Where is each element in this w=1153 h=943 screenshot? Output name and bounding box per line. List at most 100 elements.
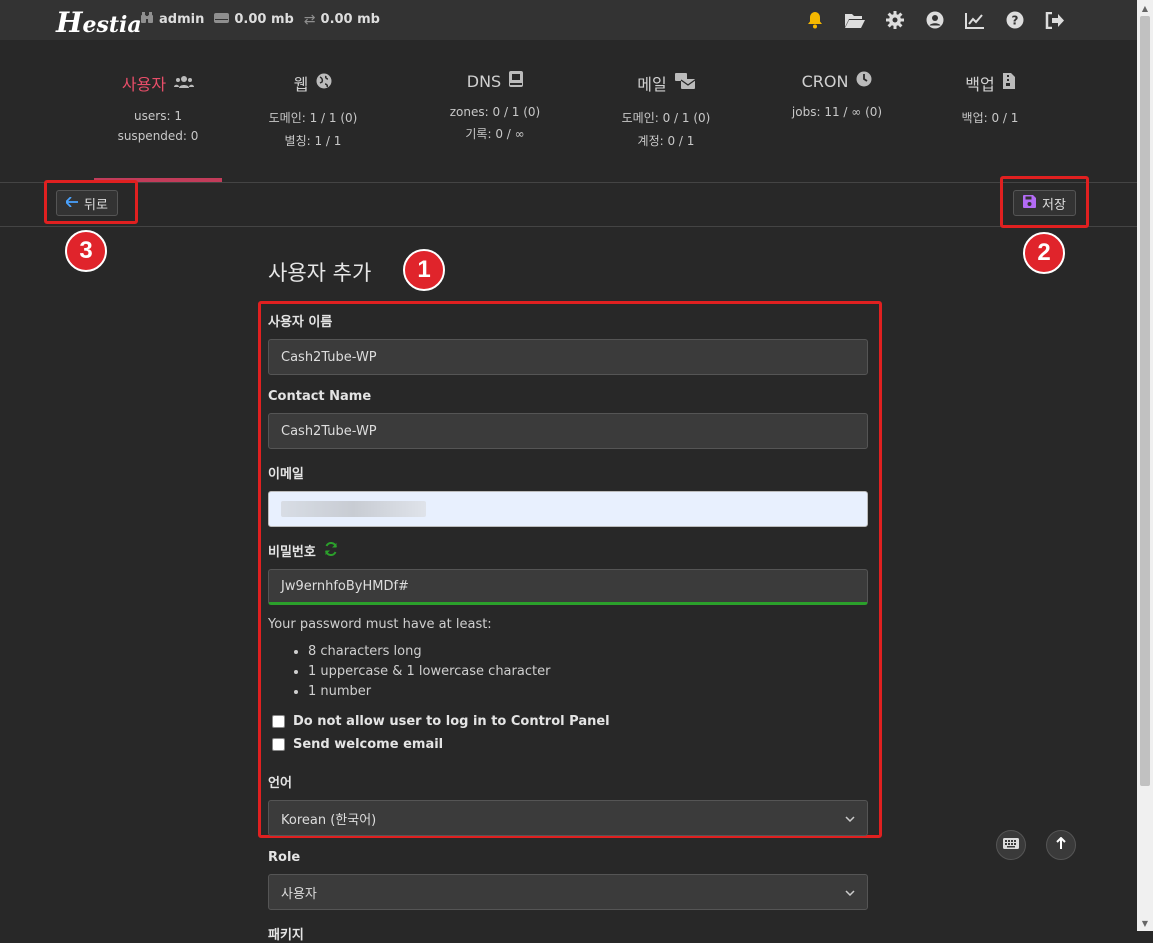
role-value: 사용자 <box>281 886 317 902</box>
contact-name-value: Cash2Tube-WP <box>281 423 377 439</box>
highlight-back <box>44 180 138 224</box>
marker-3: 3 <box>65 230 107 272</box>
tab-stat-1: 도메인: 1 / 1 (0) <box>268 111 358 125</box>
tab-web[interactable]: 웹 도메인: 1 / 1 (0) 별칭: 1 / 1 <box>249 40 377 182</box>
role-select[interactable]: 사용자 <box>268 874 868 910</box>
users-icon <box>174 74 195 93</box>
hdd-icon <box>214 12 230 28</box>
keyboard-shortcuts-button[interactable] <box>996 830 1026 860</box>
tab-stat-2: 별칭: 1 / 1 <box>284 134 342 148</box>
no-login-checkbox[interactable] <box>272 715 285 728</box>
add-user-form: 사용자 이름 Cash2Tube-WP Contact Name Cash2Tu… <box>268 305 868 943</box>
username-label: 사용자 이름 <box>268 315 333 330</box>
top-icons: ? <box>795 8 1075 32</box>
stats-tabs: 사용자 users: 1 suspended: 0 웹 도메인: 1 / 1 (… <box>0 40 1137 183</box>
scroll-up-arrow-icon[interactable]: ▲ <box>1137 0 1153 16</box>
tab-users[interactable]: 사용자 users: 1 suspended: 0 <box>94 40 222 182</box>
chevron-down-icon <box>845 885 855 900</box>
svg-text:?: ? <box>1012 14 1019 28</box>
scroll-top-button[interactable] <box>1046 830 1076 860</box>
logout-icon[interactable] <box>1035 8 1075 32</box>
welcome-email-checkbox-row[interactable]: Send welcome email <box>268 737 868 752</box>
hestia-logo[interactable]: Hestia <box>56 6 142 39</box>
exchange-icon: ⇄ <box>303 11 316 28</box>
contact-name-label: Contact Name <box>268 389 372 404</box>
tab-backup[interactable]: 백업 백업: 0 / 1 <box>926 40 1054 182</box>
tab-stat-1: 도메인: 0 / 1 (0) <box>621 111 711 125</box>
chart-line-icon[interactable] <box>955 8 995 32</box>
top-stats: admin 0.00 mb ⇄ 0.00 mb <box>140 11 390 28</box>
password-value: Jw9ernhfoByHMDf# <box>281 578 409 594</box>
tab-title: 사용자 <box>121 75 167 94</box>
toolbar: 뒤로 저장 <box>0 183 1137 227</box>
globe-icon <box>316 73 332 93</box>
tab-stat-1: jobs: 11 / ∞ (0) <box>791 105 883 119</box>
username-value: Cash2Tube-WP <box>281 349 377 365</box>
tab-title: CRON <box>801 71 849 91</box>
tab-title: 백업 <box>965 75 995 94</box>
tab-dns[interactable]: DNS zones: 0 / 1 (0) 기록: 0 / ∞ <box>431 40 559 182</box>
list-item: 8 characters long <box>308 642 868 662</box>
welcome-email-checkbox[interactable] <box>272 738 285 751</box>
highlight-save <box>1000 176 1089 228</box>
disk-stat: 0.00 mb <box>214 12 294 28</box>
help-icon[interactable]: ? <box>995 8 1035 32</box>
tab-stat-1: 백업: 0 / 1 <box>961 111 1019 125</box>
tab-stat-1: zones: 0 / 1 (0) <box>449 105 541 119</box>
page-title: 사용자 추가 <box>268 261 372 285</box>
marker-1: 1 <box>403 249 445 291</box>
no-login-label: Do not allow user to log in to Control P… <box>293 714 610 729</box>
password-rules: 8 characters long 1 uppercase & 1 lowerc… <box>268 642 868 702</box>
folder-open-icon[interactable] <box>835 8 875 32</box>
tab-mail[interactable]: 메일 도메인: 0 / 1 (0) 계정: 0 / 1 <box>602 40 730 182</box>
email-label: 이메일 <box>268 467 304 482</box>
tab-title: DNS <box>466 71 502 91</box>
list-item: 1 uppercase & 1 lowercase character <box>308 662 868 682</box>
bandwidth-usage: 0.00 mb <box>320 12 380 27</box>
bell-icon[interactable] <box>795 8 835 32</box>
tab-stat-1: users: 1 <box>134 109 182 123</box>
password-input[interactable]: Jw9ernhfoByHMDf# <box>268 569 868 605</box>
password-label: 비밀번호 <box>268 545 316 560</box>
contact-name-input[interactable]: Cash2Tube-WP <box>268 413 868 449</box>
tab-stat-2: suspended: 0 <box>117 129 199 143</box>
tab-title: 웹 <box>293 75 309 94</box>
list-item: 1 number <box>308 682 868 702</box>
username-input[interactable]: Cash2Tube-WP <box>268 339 868 375</box>
clock-icon <box>856 71 872 91</box>
language-value: Korean (한국어) <box>281 812 377 828</box>
package-label: 패키지 <box>268 928 304 943</box>
user-stat[interactable]: admin <box>140 11 204 28</box>
scrollbar[interactable]: ▲ ▼ <box>1137 0 1153 931</box>
user-name: admin <box>159 12 205 27</box>
bandwidth-stat: ⇄ 0.00 mb <box>304 12 380 28</box>
password-requirements: Your password must have at least: <box>268 617 492 632</box>
file-archive-icon <box>1002 73 1015 93</box>
role-label: Role <box>268 850 301 865</box>
tab-cron[interactable]: CRON jobs: 11 / ∞ (0) <box>773 40 901 182</box>
binoculars-icon <box>140 11 154 28</box>
keyboard-icon <box>1003 837 1019 853</box>
top-bar: Hestia admin 0.00 mb ⇄ 0.00 mb ? <box>0 0 1137 41</box>
tab-stat-2: 계정: 0 / 1 <box>637 134 695 148</box>
chevron-down-icon <box>845 811 855 826</box>
language-label: 언어 <box>268 776 292 791</box>
mail-bulk-icon <box>674 73 696 93</box>
arrow-up-icon <box>1056 836 1066 853</box>
gear-icon[interactable] <box>875 8 915 32</box>
tab-stat-2: 기록: 0 / ∞ <box>465 127 525 141</box>
email-input[interactable] <box>268 491 868 527</box>
disk-usage: 0.00 mb <box>234 12 294 27</box>
scroll-down-arrow-icon[interactable]: ▼ <box>1137 915 1153 931</box>
user-circle-icon[interactable] <box>915 8 955 32</box>
blurred-email <box>281 501 426 517</box>
book-icon <box>509 71 524 91</box>
scroll-thumb[interactable] <box>1140 16 1150 786</box>
no-login-checkbox-row[interactable]: Do not allow user to log in to Control P… <box>268 714 868 729</box>
welcome-email-label: Send welcome email <box>293 737 444 752</box>
language-select[interactable]: Korean (한국어) <box>268 800 868 836</box>
tab-title: 메일 <box>637 75 667 94</box>
marker-2: 2 <box>1023 232 1065 274</box>
refresh-icon[interactable] <box>324 541 338 560</box>
password-label-row: 비밀번호 <box>268 541 868 560</box>
